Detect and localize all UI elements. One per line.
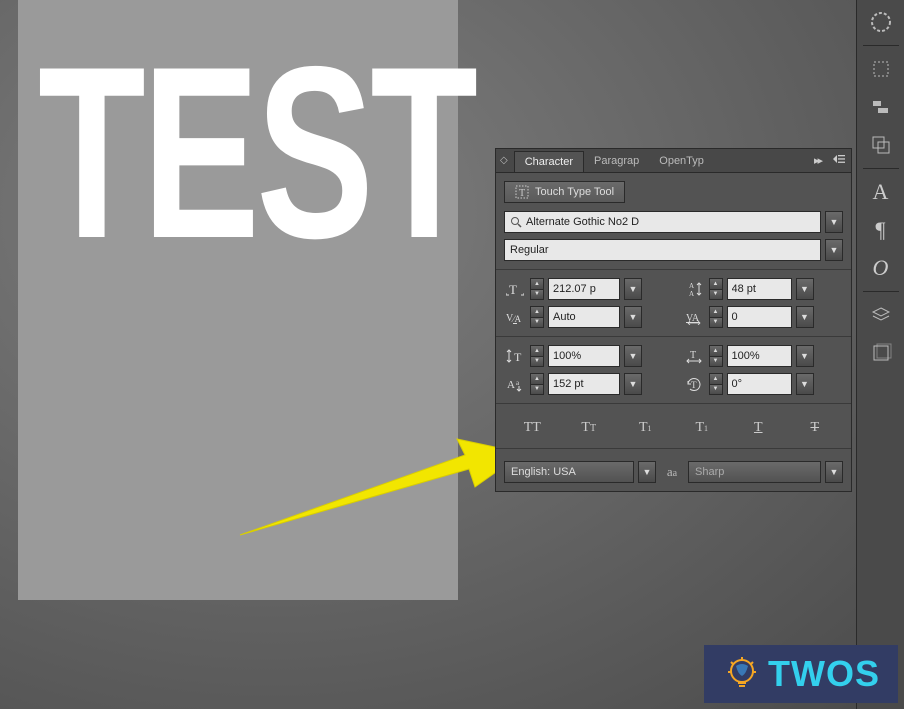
leading-icon: AA xyxy=(683,280,705,298)
vertical-scale-stepper[interactable]: ▲▼ xyxy=(530,345,544,367)
svg-text:T: T xyxy=(690,350,696,361)
color-panel-icon[interactable] xyxy=(863,4,899,40)
artboard-icon[interactable] xyxy=(863,51,899,87)
font-family-input[interactable] xyxy=(526,212,815,232)
type-case-row: TT TT T1 T1 T T xyxy=(504,412,843,440)
svg-text:T: T xyxy=(514,350,522,364)
leading-input[interactable] xyxy=(727,278,792,300)
paragraph-panel-icon[interactable]: ¶ xyxy=(863,212,899,248)
leading-dropdown-icon[interactable]: ▼ xyxy=(796,278,814,300)
font-size-dropdown-icon[interactable]: ▼ xyxy=(624,278,642,300)
baseline-shift-dropdown-icon[interactable]: ▼ xyxy=(624,373,642,395)
font-style-dropdown-icon[interactable]: ▼ xyxy=(825,239,843,261)
panel-flyout-menu-icon[interactable] xyxy=(827,153,851,168)
rotation-param: T ▲▼ ▼ xyxy=(683,373,844,395)
svg-text:T: T xyxy=(509,282,517,297)
svg-text:⁄A: ⁄A xyxy=(511,314,522,324)
kerning-input[interactable] xyxy=(548,306,620,328)
language-combo[interactable]: English: USA xyxy=(504,461,634,483)
font-size-param: T ▲▼ ▼ xyxy=(504,278,665,300)
artboards-panel-icon[interactable] xyxy=(863,335,899,371)
underline-button[interactable]: T xyxy=(730,416,787,440)
baseline-shift-stepper[interactable]: ▲▼ xyxy=(530,373,544,395)
canvas-text[interactable]: TEST xyxy=(38,30,340,275)
font-style-input[interactable] xyxy=(510,240,815,260)
kerning-stepper[interactable]: ▲▼ xyxy=(530,306,544,328)
subscript-button[interactable]: T1 xyxy=(674,416,731,440)
strikethrough-button[interactable]: T xyxy=(787,416,844,440)
vertical-scale-icon: T xyxy=(504,347,526,365)
opentype-panel-icon[interactable]: O xyxy=(863,250,899,286)
collapse-icon[interactable]: ◇ xyxy=(500,155,508,166)
baseline-shift-input[interactable] xyxy=(548,373,620,395)
align-panel-icon[interactable] xyxy=(863,89,899,125)
leading-param: AA ▲▼ ▼ xyxy=(683,278,844,300)
watermark-badge: TWOS xyxy=(704,645,898,703)
rotation-input[interactable] xyxy=(727,373,792,395)
horizontal-scale-input[interactable] xyxy=(727,345,792,367)
font-size-input[interactable] xyxy=(548,278,620,300)
all-caps-button[interactable]: TT xyxy=(504,416,561,440)
rotation-stepper[interactable]: ▲▼ xyxy=(709,373,723,395)
horizontal-scale-stepper[interactable]: ▲▼ xyxy=(709,345,723,367)
vertical-scale-param: T ▲▼ ▼ xyxy=(504,345,665,367)
svg-text:T: T xyxy=(691,380,697,390)
kerning-icon: V⁄A xyxy=(504,308,526,326)
baseline-shift-param: Aa ▲▼ ▼ xyxy=(504,373,665,395)
anti-alias-value: Sharp xyxy=(695,466,814,478)
document-canvas[interactable]: TEST xyxy=(18,0,458,600)
touch-type-tool-button[interactable]: T Touch Type Tool xyxy=(504,181,625,203)
superscript-button[interactable]: T1 xyxy=(617,416,674,440)
leading-stepper[interactable]: ▲▼ xyxy=(709,278,723,300)
svg-text:T: T xyxy=(519,188,525,199)
anti-alias-icon: aa xyxy=(660,464,684,480)
panel-tabs: ◇ Character Paragrap OpenTyp ▸▸ xyxy=(496,149,851,173)
font-family-dropdown-icon[interactable]: ▼ xyxy=(825,211,843,233)
font-family-combo[interactable] xyxy=(504,211,821,233)
horizontal-scale-dropdown-icon[interactable]: ▼ xyxy=(796,345,814,367)
kerning-param: V⁄A ▲▼ ▼ xyxy=(504,306,665,328)
anti-alias-dropdown-icon[interactable]: ▼ xyxy=(825,461,843,483)
tab-opentype[interactable]: OpenTyp xyxy=(649,151,714,171)
vertical-scale-input[interactable] xyxy=(548,345,620,367)
anti-alias-combo[interactable]: Sharp xyxy=(688,461,821,483)
kerning-dropdown-icon[interactable]: ▼ xyxy=(624,306,642,328)
language-dropdown-icon[interactable]: ▼ xyxy=(638,461,656,483)
tracking-param: VA ▲▼ ▼ xyxy=(683,306,844,328)
search-icon xyxy=(510,216,522,228)
lightbulb-icon xyxy=(722,654,762,694)
svg-text:A: A xyxy=(689,290,694,297)
svg-text:A: A xyxy=(689,282,694,290)
tab-paragraph[interactable]: Paragrap xyxy=(584,151,649,171)
layers-panel-icon[interactable] xyxy=(863,297,899,333)
rotation-icon: T xyxy=(683,375,705,393)
panel-cycle-icon[interactable]: ▸▸ xyxy=(808,154,827,167)
language-value: English: USA xyxy=(511,466,627,478)
rotation-dropdown-icon[interactable]: ▼ xyxy=(796,373,814,395)
character-panel: ◇ Character Paragrap OpenTyp ▸▸ T Touch … xyxy=(495,148,852,492)
tab-character[interactable]: Character xyxy=(514,151,584,172)
font-style-combo[interactable] xyxy=(504,239,821,261)
character-panel-icon[interactable]: A xyxy=(863,174,899,210)
svg-text:A: A xyxy=(507,379,515,391)
tracking-icon: VA xyxy=(683,308,705,326)
tracking-stepper[interactable]: ▲▼ xyxy=(709,306,723,328)
horizontal-scale-param: T ▲▼ ▼ xyxy=(683,345,844,367)
font-size-icon: T xyxy=(504,280,526,298)
vertical-scale-dropdown-icon[interactable]: ▼ xyxy=(624,345,642,367)
baseline-shift-icon: Aa xyxy=(504,375,526,393)
horizontal-scale-icon: T xyxy=(683,347,705,365)
svg-text:a: a xyxy=(516,379,520,387)
tracking-input[interactable] xyxy=(727,306,792,328)
tracking-dropdown-icon[interactable]: ▼ xyxy=(796,306,814,328)
watermark-text: TWOS xyxy=(768,653,880,695)
font-size-stepper[interactable]: ▲▼ xyxy=(530,278,544,300)
touch-type-icon: T xyxy=(515,185,529,199)
pathfinder-icon[interactable] xyxy=(863,127,899,163)
touch-type-label: Touch Type Tool xyxy=(535,186,614,198)
small-caps-button[interactable]: TT xyxy=(561,416,618,440)
right-panel-dock: A ¶ O xyxy=(856,0,904,709)
